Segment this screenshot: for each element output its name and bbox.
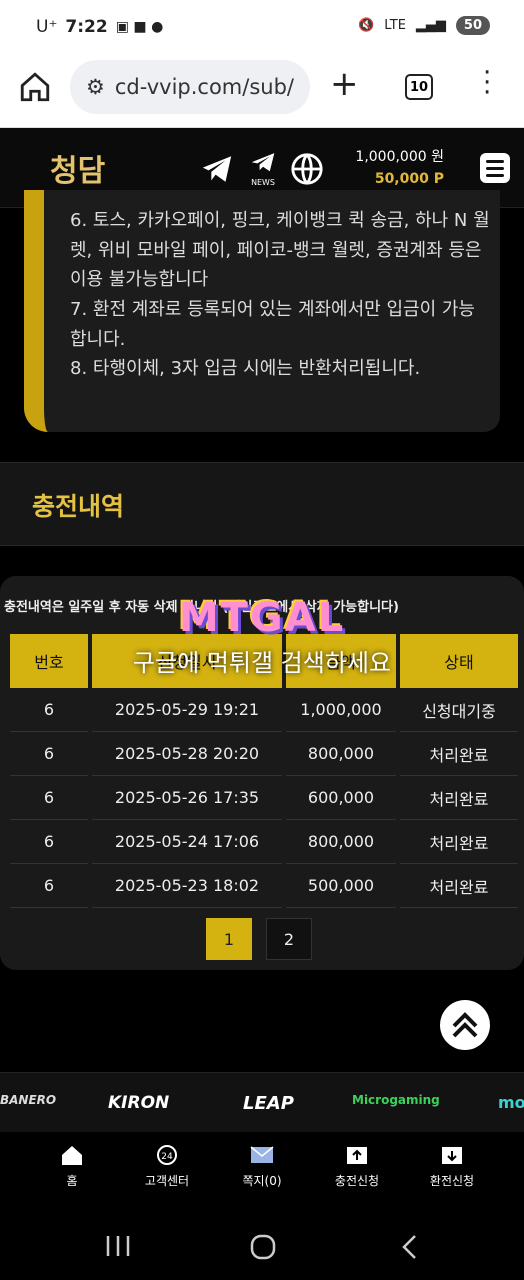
cell: 처리완료 [400, 732, 518, 776]
status-bar: U⁺ 7:22 ▣ ■ ● 🔇 LTE ▂▄▆ 50 [0, 0, 524, 56]
balance-amount: 1,000,000 원 [355, 149, 444, 165]
cell: 6 [10, 776, 88, 820]
system-nav [0, 1202, 524, 1280]
nav-label: 홈 [66, 1174, 78, 1188]
tab-count-button[interactable]: 10 [405, 74, 433, 100]
cell: 신청대기중 [400, 688, 518, 732]
provider-logo: LEAP [243, 1093, 294, 1114]
cell: 2025-05-23 18:02 [92, 864, 282, 908]
site-settings-icon[interactable]: ⚙ [86, 75, 105, 99]
url-text: cd-vvip.com/sub/ [114, 75, 294, 99]
cell: 6 [10, 820, 88, 864]
scroll-top-button[interactable] [440, 1000, 490, 1050]
telegram-icon[interactable] [200, 152, 234, 186]
site-logo[interactable]: 청담 [50, 146, 105, 190]
deposit-notice: 6. 토스, 카카오페이, 핑크, 케이뱅크 퀵 송금, 하나 N 월렛, 위비… [24, 190, 500, 432]
mute-icon: 🔇 [358, 18, 375, 33]
bottom-nav: 홈 24 고객센터 쪽지(0) 충전신청 환전신청 [0, 1132, 524, 1202]
news-label: NEWS [251, 178, 275, 186]
nav-messages[interactable]: 쪽지(0) [222, 1144, 302, 1189]
cell: 2025-05-28 20:20 [92, 732, 282, 776]
provider-logo: BANERO [0, 1093, 57, 1107]
back-icon[interactable] [400, 1234, 420, 1260]
nav-support[interactable]: 24 고객센터 [127, 1144, 207, 1189]
page-button-1[interactable]: 1 [206, 918, 252, 960]
col-header: 상태 [400, 634, 518, 688]
deposit-icon [347, 1147, 367, 1164]
cell: 2025-05-24 17:06 [92, 820, 282, 864]
points-amount: 50,000 P [374, 171, 444, 187]
notification-icons: ▣ ■ ● [115, 19, 164, 35]
provider-strip: BANERO KIRON LEAP Microgaming mo [0, 1072, 524, 1132]
battery-badge: 50 [455, 16, 490, 35]
col-header: 번호 [10, 634, 88, 688]
address-bar[interactable]: ⚙ cd-vvip.com/sub/ [70, 60, 310, 114]
more-menu-icon[interactable]: · · · [483, 60, 491, 106]
cell: 1,000,000 [286, 688, 396, 732]
withdraw-icon [442, 1147, 462, 1164]
svg-text:24: 24 [161, 1152, 173, 1162]
col-header: 신청일시 [92, 634, 282, 688]
cell: 500,000 [286, 864, 396, 908]
mail-icon [250, 1146, 274, 1163]
notice-line: 6. 토스, 카카오페이, 핑크, 케이뱅크 퀵 송금, 하나 N 월렛, 위비… [70, 210, 490, 290]
provider-logo: KIRON [108, 1093, 170, 1113]
notice-line: 7. 환전 계좌로 등록되어 있는 계좌에서만 입금이 가능합니다. [70, 299, 475, 350]
section-title: 충전내역 [32, 492, 125, 521]
globe-icon[interactable] [290, 152, 324, 186]
nav-label: 환전신청 [429, 1174, 475, 1188]
telegram-news-icon[interactable]: NEWS [246, 152, 280, 186]
cell: 처리완료 [400, 820, 518, 864]
pagination: 1 2 [206, 918, 312, 960]
section-header: 충전내역 [0, 462, 524, 546]
provider-logo: Microgaming [352, 1093, 440, 1107]
nav-label: 쪽지(0) [242, 1174, 282, 1188]
cell: 처리완료 [400, 864, 518, 908]
table-row: 6 2025-05-24 17:06 800,000 처리완료 [10, 820, 518, 864]
clock: 7:22 [65, 17, 108, 37]
home-icon[interactable] [18, 70, 52, 104]
cell: 6 [10, 732, 88, 776]
recents-icon[interactable] [104, 1234, 132, 1258]
table-row: 6 2025-05-23 18:02 500,000 처리완료 [10, 864, 518, 908]
table-row: 6 2025-05-29 19:21 1,000,000 신청대기중 [10, 688, 518, 732]
cell: 800,000 [286, 820, 396, 864]
page-button-2[interactable]: 2 [266, 918, 312, 960]
provider-logo: mo [498, 1093, 524, 1112]
network-label: LTE [384, 18, 406, 33]
notice-line: 8. 타행이체, 3자 입금 시에는 반환처리됩니다. [70, 358, 421, 379]
nav-deposit[interactable]: 충전신청 [317, 1144, 397, 1189]
history-panel: 충전내역은 일주일 후 자동 삭제 됩니다 (메인로그에서 삭제 가능합니다) … [0, 576, 524, 970]
home-button-icon[interactable] [250, 1234, 276, 1260]
support-24-icon: 24 [157, 1145, 177, 1165]
balance-box: 1,000,000 원 50,000 P [355, 146, 444, 190]
new-tab-icon[interactable]: + [330, 64, 359, 104]
cell: 600,000 [286, 776, 396, 820]
hamburger-menu-icon[interactable] [480, 153, 510, 183]
cell: 2025-05-29 19:21 [92, 688, 282, 732]
browser-toolbar: ⚙ cd-vvip.com/sub/ + 10 · · · [0, 56, 524, 128]
history-table: 번호 신청일시 금액 상태 6 2025-05-29 19:21 1,000,000… [6, 634, 522, 908]
nav-label: 충전신청 [334, 1174, 380, 1188]
double-chevron-up-icon [452, 1012, 478, 1038]
home-icon [62, 1146, 82, 1165]
cell: 6 [10, 688, 88, 732]
cell: 2025-05-26 17:35 [92, 776, 282, 820]
cell: 처리완료 [400, 776, 518, 820]
table-row: 6 2025-05-28 20:20 800,000 처리완료 [10, 732, 518, 776]
signal-icon: ▂▄▆ [415, 18, 446, 33]
table-row: 6 2025-05-26 17:35 600,000 처리완료 [10, 776, 518, 820]
history-note: 충전내역은 일주일 후 자동 삭제 됩니다 (메인로그에서 삭제 가능합니다) [4, 600, 399, 615]
nav-label: 고객센터 [144, 1174, 190, 1188]
carrier: U⁺ [36, 17, 58, 37]
nav-withdraw[interactable]: 환전신청 [412, 1144, 492, 1189]
cell: 6 [10, 864, 88, 908]
cell: 800,000 [286, 732, 396, 776]
nav-home[interactable]: 홈 [32, 1144, 112, 1189]
col-header: 금액 [286, 634, 396, 688]
